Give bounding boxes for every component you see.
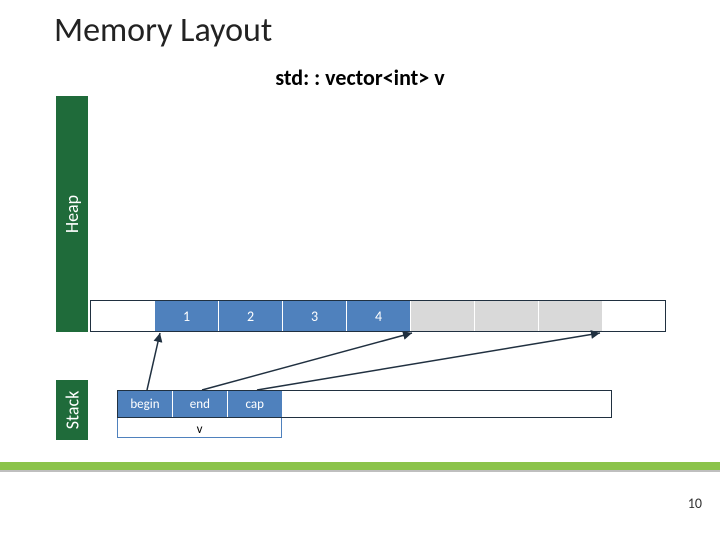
stack-cell (282, 391, 337, 417)
stack-cell (391, 391, 446, 417)
stack-cell (337, 391, 392, 417)
v-brace-label: v (117, 418, 282, 438)
heap-cell: 1 (154, 301, 218, 331)
heap-cell (538, 301, 602, 331)
stack-label-text: Stack (61, 391, 83, 430)
slide-subtitle: std: : vector<int> v (0, 64, 720, 91)
slide-title: Memory Layout (54, 10, 272, 51)
arrow-begin (147, 333, 160, 390)
page-number: 10 (688, 495, 702, 512)
arrow-cap (257, 333, 600, 390)
v-label-text: v (197, 422, 203, 437)
heap-cell (474, 301, 538, 331)
heap-cell (602, 301, 665, 331)
heap-cell (91, 301, 154, 331)
stack-region-label: Stack (56, 380, 88, 440)
heap-label-text: Heap (61, 195, 83, 233)
heap-region-label: Heap (56, 96, 88, 332)
stack-object-row: beginendcap (117, 390, 612, 418)
stack-cell: begin (118, 391, 172, 417)
footer-accent-bar (0, 462, 720, 470)
stack-cell: cap (227, 391, 282, 417)
arrow-end (202, 333, 412, 390)
heap-cell: 3 (282, 301, 346, 331)
heap-cell (410, 301, 474, 331)
footer-divider (0, 470, 720, 472)
stack-cell (556, 391, 611, 417)
stack-cell (501, 391, 556, 417)
stack-cell (446, 391, 501, 417)
heap-cell: 4 (346, 301, 410, 331)
stack-cell: end (172, 391, 227, 417)
heap-cell: 2 (218, 301, 282, 331)
heap-array-row: 1234 (90, 300, 666, 332)
